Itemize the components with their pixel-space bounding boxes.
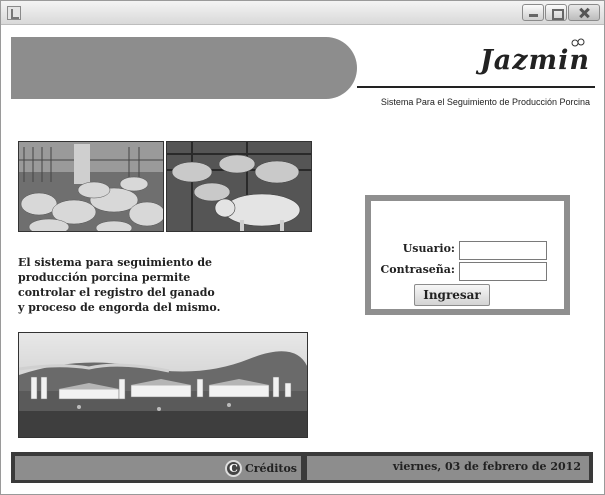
application-window: Jazmin Sistema Para el Seguimiento de Pr…	[0, 0, 605, 495]
footer-left-panel: C Créditos	[15, 456, 301, 480]
window-controls	[522, 4, 600, 21]
pigs-in-pen-photo	[18, 141, 164, 232]
copyright-icon: C	[224, 459, 242, 477]
maximize-button[interactable]	[545, 4, 567, 21]
java-app-icon	[7, 6, 21, 20]
status-footer: C Créditos viernes, 03 de febrero de 201…	[11, 452, 593, 483]
current-date: viernes, 03 de febrero de 2012	[392, 460, 581, 473]
credits-label: Créditos	[244, 461, 297, 475]
minimize-button[interactable]	[522, 4, 544, 21]
close-button[interactable]	[568, 4, 600, 21]
app-subtitle: Sistema Para el Seguimiento de Producció…	[380, 97, 590, 107]
password-label: Contraseña:	[380, 263, 455, 276]
username-label: Usuario:	[402, 242, 455, 255]
title-bar[interactable]	[1, 1, 604, 25]
system-description: El sistema para seguimiento de producció…	[18, 256, 221, 314]
credits-button[interactable]: C Créditos	[224, 458, 297, 478]
footer-right-panel: viernes, 03 de febrero de 2012	[307, 456, 589, 480]
username-input[interactable]	[459, 241, 547, 260]
farm-buildings-photo	[18, 332, 308, 438]
header-banner	[11, 37, 357, 99]
logo: Jazmin	[479, 45, 590, 76]
password-input[interactable]	[459, 262, 547, 281]
login-panel: Usuario: Contraseña: Ingresar	[365, 195, 570, 315]
login-button[interactable]: Ingresar	[414, 284, 490, 306]
header-divider	[357, 86, 595, 88]
pig-standing-photo	[166, 141, 312, 232]
